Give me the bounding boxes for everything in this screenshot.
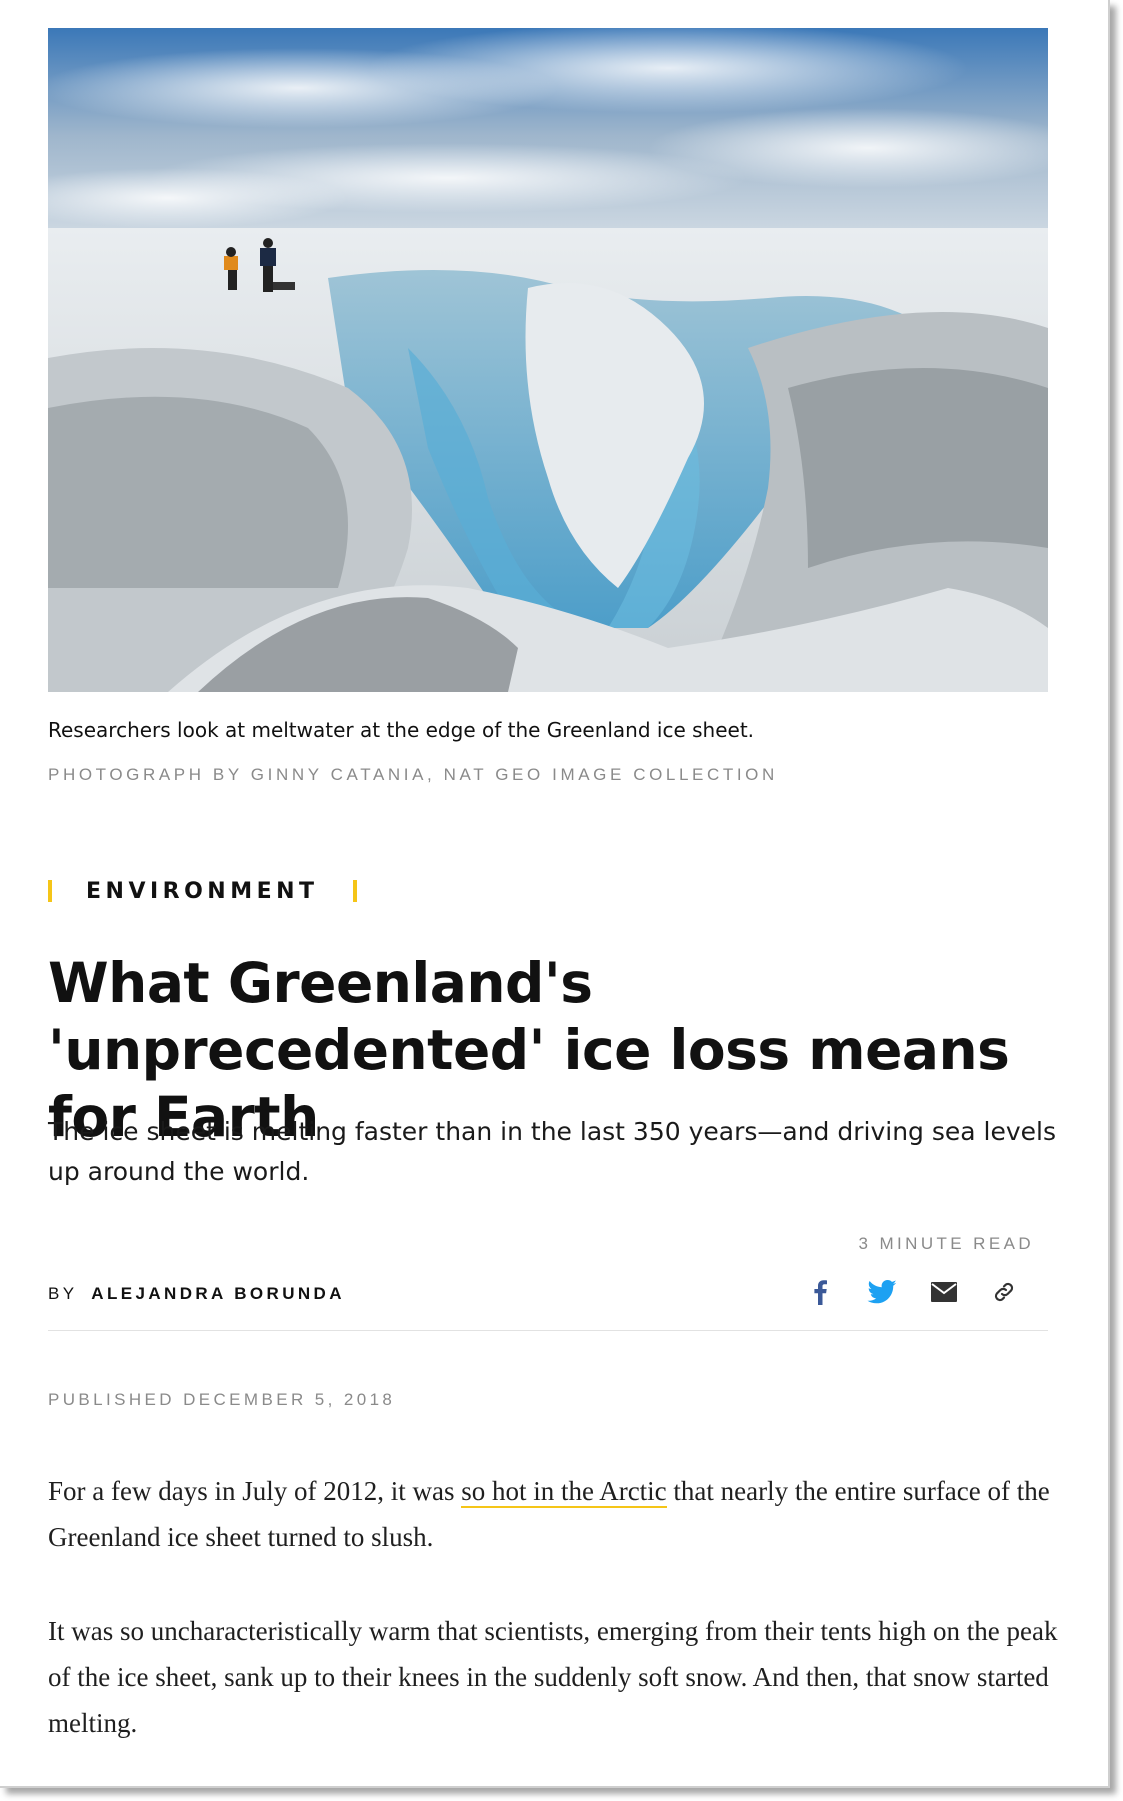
body-paragraph-2: It was so uncharacteristically warm that… <box>48 1616 1058 1738</box>
byline-prefix: BY <box>48 1284 78 1303</box>
author-link[interactable]: ALEJANDRA BORUNDA <box>91 1284 345 1303</box>
twitter-icon[interactable] <box>862 1272 902 1312</box>
read-time: 3 MINUTE READ <box>858 1234 1034 1253</box>
byline: BY ALEJANDRA BORUNDA <box>48 1284 345 1304</box>
facebook-icon[interactable] <box>800 1272 840 1312</box>
hero-image <box>48 28 1048 692</box>
body-paragraph-1: For a few days in July of 2012, it was s… <box>48 1468 1058 1560</box>
section-kicker[interactable]: ENVIRONMENT <box>48 876 357 906</box>
share-bar <box>800 1272 1050 1312</box>
paragraph-text: For a few days in July of 2012, it was <box>48 1476 462 1506</box>
article-dek: The ice sheet is melting faster than in … <box>48 1117 1056 1186</box>
arctic-heat-link[interactable]: so hot in the Arctic <box>461 1476 667 1508</box>
kicker-label[interactable]: ENVIRONMENT <box>86 879 319 904</box>
email-icon[interactable] <box>924 1272 964 1312</box>
article-page: Researchers look at meltwater at the edg… <box>0 0 1110 1788</box>
divider <box>48 1330 1048 1331</box>
glacier-photo <box>48 28 1048 692</box>
published-date: PUBLISHED DECEMBER 5, 2018 <box>48 1390 396 1409</box>
photo-caption: Researchers look at meltwater at the edg… <box>48 718 755 742</box>
link-icon[interactable] <box>984 1272 1024 1312</box>
photo-credit: PHOTOGRAPH BY GINNY CATANIA, NAT GEO IMA… <box>48 765 778 784</box>
kicker-right-bar <box>352 880 357 902</box>
kicker-left-bar <box>48 880 52 902</box>
